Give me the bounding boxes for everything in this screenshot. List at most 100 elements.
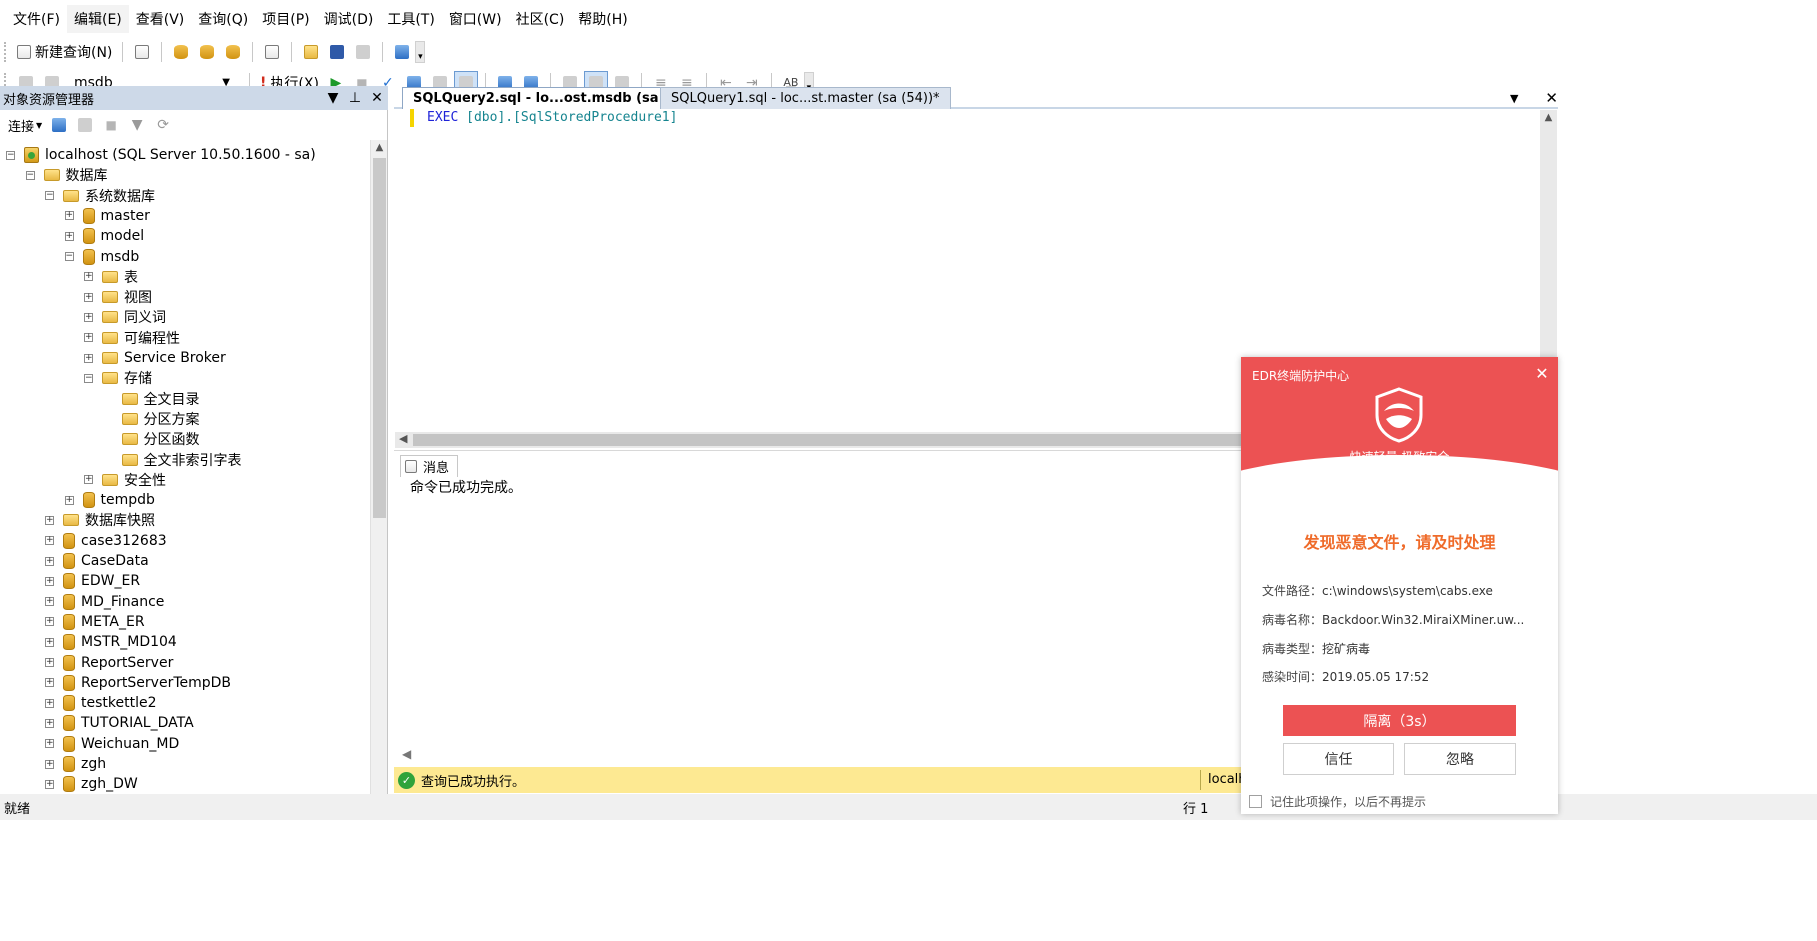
- expand-icon[interactable]: +: [84, 292, 93, 302]
- tree-node[interactable]: + CaseData: [45, 551, 149, 571]
- menu-help[interactable]: 帮助(H): [571, 5, 634, 33]
- tree-node[interactable]: + Weichuan_MD: [45, 734, 179, 754]
- tree-node[interactable]: + ReportServer: [45, 653, 173, 673]
- tree-node[interactable]: + 可编程性: [84, 328, 180, 348]
- menu-window[interactable]: 窗口(W): [442, 5, 509, 33]
- tree-node[interactable]: 分区方案: [104, 409, 200, 429]
- expand-icon[interactable]: +: [45, 739, 54, 749]
- tree-node[interactable]: + 同义词: [84, 307, 166, 327]
- expand-icon[interactable]: +: [64, 495, 74, 505]
- tree-node[interactable]: + 视图: [84, 287, 152, 307]
- collapse-icon[interactable]: −: [84, 373, 93, 383]
- ignore-button[interactable]: 忽略: [1404, 743, 1516, 775]
- tree-node[interactable]: + 安全性: [84, 470, 166, 490]
- tree-node[interactable]: + Service Broker: [84, 348, 226, 368]
- remember-choice[interactable]: 记住此项操作，以后不再提示: [1249, 793, 1426, 810]
- tree-node[interactable]: + case312683: [45, 531, 167, 551]
- menu-edit[interactable]: 编辑(E): [66, 5, 129, 33]
- tree-node[interactable]: + testkettle2: [45, 693, 157, 713]
- connect-object-explorer-button[interactable]: [47, 113, 71, 137]
- new-query-button[interactable]: 新建查询(N): [14, 40, 115, 64]
- activity-monitor-button[interactable]: [390, 40, 414, 64]
- print-button[interactable]: [351, 40, 375, 64]
- close-document-icon[interactable]: ✕: [1545, 89, 1558, 107]
- scroll-up-icon[interactable]: ▲: [371, 140, 388, 156]
- menu-community[interactable]: 社区(C): [509, 5, 572, 33]
- open-file-button[interactable]: [299, 40, 323, 64]
- expand-icon[interactable]: +: [45, 637, 54, 647]
- expand-icon[interactable]: +: [45, 515, 54, 525]
- expand-icon[interactable]: +: [45, 698, 54, 708]
- expand-icon[interactable]: +: [45, 576, 54, 586]
- menu-project[interactable]: 项目(P): [255, 5, 316, 33]
- scroll-left-icon[interactable]: ◀: [399, 432, 407, 445]
- tree-node[interactable]: + zgh: [45, 754, 106, 774]
- dropdown-arrow-icon[interactable]: ▼: [322, 90, 344, 106]
- collapse-icon[interactable]: −: [64, 252, 74, 261]
- tree-node[interactable]: + tempdb: [64, 490, 155, 510]
- expand-icon[interactable]: +: [45, 617, 54, 627]
- tree-node[interactable]: 分区函数: [104, 429, 200, 449]
- tree-node[interactable]: + 表: [84, 267, 138, 287]
- tree-node[interactable]: + EDW_ER: [45, 571, 140, 591]
- menu-query[interactable]: 查询(Q): [191, 5, 255, 33]
- isolate-button[interactable]: 隔离（3s）: [1283, 705, 1516, 736]
- expand-icon[interactable]: +: [45, 779, 54, 789]
- expand-icon[interactable]: +: [84, 475, 93, 485]
- tree-node[interactable]: − msdb: [64, 247, 139, 267]
- tree-node[interactable]: + META_ER: [45, 612, 145, 632]
- toolbar-overflow-button[interactable]: ▾: [415, 40, 426, 63]
- tab-sqlquery1[interactable]: SQLQuery1.sql - loc...st.master (sa (54)…: [660, 87, 951, 109]
- expand-icon[interactable]: +: [84, 333, 93, 343]
- tree-node[interactable]: 全文目录: [104, 389, 200, 409]
- remember-checkbox[interactable]: [1249, 795, 1262, 808]
- expand-icon[interactable]: +: [84, 353, 93, 363]
- collapse-icon[interactable]: −: [45, 191, 54, 201]
- expand-icon[interactable]: +: [45, 678, 54, 688]
- pin-icon[interactable]: ⊥: [344, 90, 366, 106]
- analysis-query-button[interactable]: [169, 40, 193, 64]
- tree-node[interactable]: 全文非索引字表: [104, 450, 242, 470]
- expand-icon[interactable]: +: [45, 718, 54, 728]
- menu-view[interactable]: 查看(V): [129, 5, 192, 33]
- tab-list-dropdown-icon[interactable]: ▼: [1510, 92, 1518, 105]
- tree-node[interactable]: − localhost (SQL Server 10.50.1600 - sa): [6, 145, 316, 165]
- tab-messages[interactable]: 消息: [400, 455, 459, 477]
- menu-file[interactable]: 文件(F): [6, 5, 67, 33]
- tree-node[interactable]: + master: [64, 206, 150, 226]
- expand-icon[interactable]: +: [45, 759, 54, 769]
- scroll-left-icon[interactable]: ◀: [402, 747, 411, 761]
- tree-node[interactable]: + MSTR_MD104: [45, 632, 177, 652]
- dmx-query-button[interactable]: [195, 40, 219, 64]
- new-file-button[interactable]: [260, 40, 284, 64]
- tree-node[interactable]: + ReportServerTempDB: [45, 673, 231, 693]
- expand-icon[interactable]: +: [84, 312, 93, 322]
- sql-code-line[interactable]: EXEC [dbo].[SqlStoredProcedure1]: [427, 109, 677, 127]
- tree-node[interactable]: − 存储: [84, 368, 152, 388]
- trust-button[interactable]: 信任: [1283, 743, 1394, 775]
- tree-node[interactable]: + MD_Finance: [45, 592, 164, 612]
- refresh-button[interactable]: ⟳: [151, 113, 175, 137]
- xmla-query-button[interactable]: [221, 40, 245, 64]
- expand-icon[interactable]: +: [45, 536, 54, 546]
- collapse-icon[interactable]: −: [25, 170, 35, 180]
- expand-icon[interactable]: +: [64, 211, 74, 221]
- expand-icon[interactable]: +: [84, 272, 93, 282]
- close-icon[interactable]: ✕: [1533, 364, 1551, 383]
- tree-node[interactable]: + model: [64, 226, 144, 246]
- disconnect-object-explorer-button[interactable]: [73, 113, 97, 137]
- database-engine-query-button[interactable]: [130, 40, 154, 64]
- scrollbar-thumb[interactable]: [373, 158, 386, 518]
- close-icon[interactable]: ✕: [366, 90, 388, 106]
- menu-tools[interactable]: 工具(T): [380, 5, 441, 33]
- tree-node[interactable]: + 数据库快照: [45, 510, 155, 530]
- filter-button[interactable]: ▼: [125, 113, 149, 137]
- collapse-icon[interactable]: −: [6, 150, 15, 160]
- save-button[interactable]: [325, 40, 349, 64]
- expand-icon[interactable]: +: [45, 597, 54, 607]
- toolbar-grip[interactable]: [4, 41, 9, 62]
- stop-button[interactable]: ■: [99, 113, 123, 137]
- tree-node[interactable]: − 系统数据库: [45, 186, 155, 206]
- expand-icon[interactable]: +: [45, 658, 54, 667]
- tree-node[interactable]: − 数据库: [25, 165, 108, 185]
